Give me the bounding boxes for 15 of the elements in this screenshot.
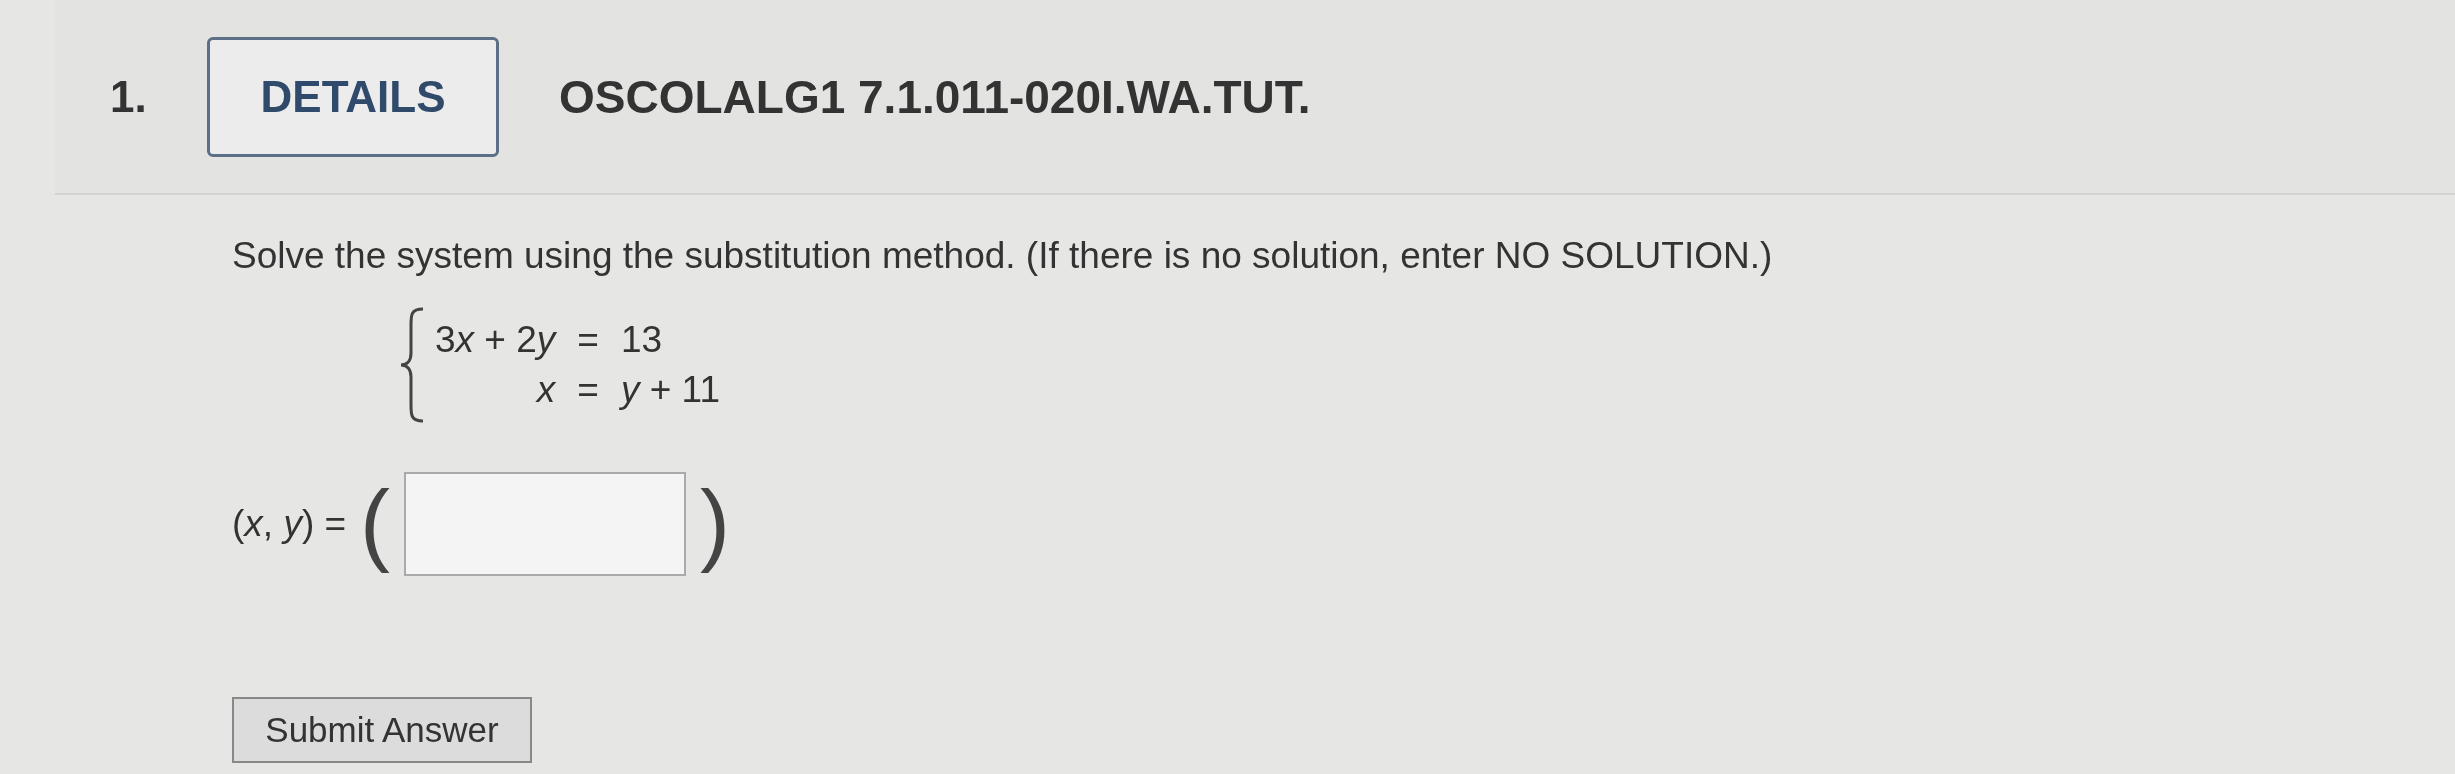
details-button[interactable]: DETAILS	[207, 36, 499, 157]
question-number: 1.	[110, 71, 148, 122]
equation-left: x	[534, 369, 556, 411]
instruction-text: Solve the system using the substitution method. (If there is no solution, enter NO SOLUTION.)	[232, 235, 1774, 277]
equals-sign: =	[577, 369, 599, 411]
equation-left: 3x + 2y	[435, 319, 556, 361]
equation-right: 13	[620, 319, 664, 361]
answer-label: (x, y) =	[232, 502, 347, 545]
answer-field[interactable]	[404, 471, 687, 576]
question-code: OSCOLALG1 7.1.011-020I.WA.TUT.	[559, 69, 1311, 124]
close-paren: )	[700, 472, 731, 575]
open-paren: (	[360, 472, 391, 575]
submit-button[interactable]: Submit Answer	[232, 697, 532, 763]
equals-sign: =	[577, 319, 599, 361]
equation-right: y + 11	[620, 369, 720, 411]
